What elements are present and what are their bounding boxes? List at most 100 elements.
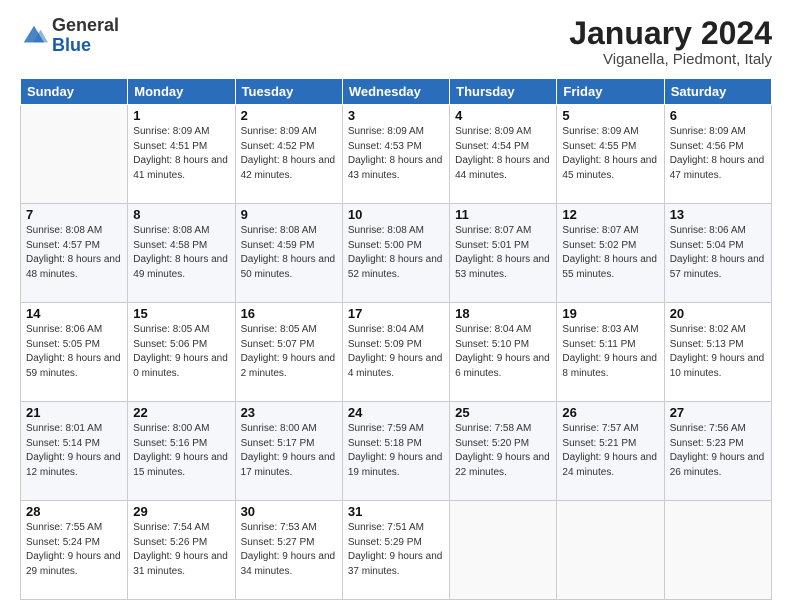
cell-detail: Sunrise: 7:58 AMSunset: 5:20 PMDaylight:…	[455, 422, 551, 480]
cell-detail: Sunrise: 8:06 AMSunset: 5:05 PMDaylight:…	[26, 323, 122, 381]
col-wednesday: Wednesday	[342, 79, 449, 105]
calendar-cell: 8Sunrise: 8:08 AMSunset: 4:58 PMDaylight…	[128, 204, 235, 303]
calendar-cell: 15 Sunrise: 8:05 AMSunset: 5:06 PMDayligh…	[128, 303, 235, 402]
day-number: 31	[348, 504, 444, 519]
calendar-week-4: 21 Sunrise: 8:01 AMSunset: 5:14 PMDayligh…	[21, 402, 772, 501]
cell-detail: Sunrise: 8:01 AMSunset: 5:14 PMDaylight:…	[26, 422, 122, 480]
day-number: 22	[133, 405, 229, 420]
col-tuesday: Tuesday	[235, 79, 342, 105]
cell-detail: Sunrise: 8:09 AMSunset: 4:51 PMDaylight:…	[133, 125, 229, 183]
calendar-cell: 23Sunrise: 8:00 AMSunset: 5:17 PMDayligh…	[235, 402, 342, 501]
cell-detail: Sunrise: 8:08 AMSunset: 4:57 PMDaylight:…	[26, 224, 122, 282]
calendar-cell	[557, 501, 664, 600]
calendar-cell: 24Sunrise: 7:59 AMSunset: 5:18 PMDayligh…	[342, 402, 449, 501]
day-number: 3	[348, 108, 444, 123]
day-number: 15	[133, 306, 229, 321]
location-subtitle: Viganella, Piedmont, Italy	[569, 51, 772, 68]
calendar-cell: 22 Sunrise: 8:00 AMSunset: 5:16 PMDayligh…	[128, 402, 235, 501]
day-number: 30	[241, 504, 337, 519]
calendar-table: Sunday Monday Tuesday Wednesday Thursday…	[20, 78, 772, 600]
cell-detail: Sunrise: 8:05 AMSunset: 5:07 PMDaylight:…	[241, 323, 337, 381]
cell-detail: Sunrise: 7:54 AMSunset: 5:26 PMDaylight:…	[133, 521, 229, 579]
day-number: 27	[670, 405, 766, 420]
day-number: 1	[133, 108, 229, 123]
calendar-cell: 30Sunrise: 7:53 AMSunset: 5:27 PMDayligh…	[235, 501, 342, 600]
calendar-cell: 26 Sunrise: 7:57 AMSunset: 5:21 PMDayligh…	[557, 402, 664, 501]
logo-blue: Blue	[52, 35, 91, 55]
cell-detail: Sunrise: 8:05 AMSunset: 5:06 PMDaylight:…	[133, 323, 229, 381]
calendar-cell: 17 Sunrise: 8:04 AMSunset: 5:09 PMDayligh…	[342, 303, 449, 402]
day-number: 17	[348, 306, 444, 321]
day-number: 13	[670, 207, 766, 222]
cell-detail: Sunrise: 8:08 AMSunset: 4:59 PMDaylight:…	[241, 224, 337, 282]
calendar-cell: 4 Sunrise: 8:09 AMSunset: 4:54 PMDaylight…	[450, 105, 557, 204]
cell-detail: Sunrise: 8:06 AMSunset: 5:04 PMDaylight:…	[670, 224, 766, 282]
cell-detail: Sunrise: 8:00 AMSunset: 5:17 PMDaylight:…	[241, 422, 337, 480]
calendar-cell: 14Sunrise: 8:06 AMSunset: 5:05 PMDayligh…	[21, 303, 128, 402]
day-number: 21	[26, 405, 122, 420]
calendar-cell: 1 Sunrise: 8:09 AMSunset: 4:51 PMDaylight…	[128, 105, 235, 204]
month-title: January 2024	[569, 16, 772, 51]
calendar-cell	[21, 105, 128, 204]
calendar-cell: 16Sunrise: 8:05 AMSunset: 5:07 PMDayligh…	[235, 303, 342, 402]
cell-detail: Sunrise: 7:51 AMSunset: 5:29 PMDaylight:…	[348, 521, 444, 579]
calendar-cell	[664, 501, 771, 600]
header: General Blue January 2024 Viganella, Pie…	[20, 16, 772, 68]
title-block: January 2024 Viganella, Piedmont, Italy	[569, 16, 772, 68]
cell-detail: Sunrise: 8:00 AMSunset: 5:16 PMDaylight:…	[133, 422, 229, 480]
cell-detail: Sunrise: 8:09 AMSunset: 4:56 PMDaylight:…	[670, 125, 766, 183]
calendar-cell: 6 Sunrise: 8:09 AMSunset: 4:56 PMDaylight…	[664, 105, 771, 204]
logo-icon	[20, 22, 48, 50]
day-number: 26	[562, 405, 658, 420]
logo: General Blue	[20, 16, 119, 56]
calendar-cell: 5 Sunrise: 8:09 AMSunset: 4:55 PMDaylight…	[557, 105, 664, 204]
cell-detail: Sunrise: 8:02 AMSunset: 5:13 PMDaylight:…	[670, 323, 766, 381]
calendar-cell: 2Sunrise: 8:09 AMSunset: 4:52 PMDaylight…	[235, 105, 342, 204]
day-number: 11	[455, 207, 551, 222]
day-number: 6	[670, 108, 766, 123]
cell-detail: Sunrise: 8:09 AMSunset: 4:54 PMDaylight:…	[455, 125, 551, 183]
calendar-cell: 9Sunrise: 8:08 AMSunset: 4:59 PMDaylight…	[235, 204, 342, 303]
cell-detail: Sunrise: 8:09 AMSunset: 4:55 PMDaylight:…	[562, 125, 658, 183]
calendar-cell	[450, 501, 557, 600]
calendar-body: 1 Sunrise: 8:09 AMSunset: 4:51 PMDaylight…	[21, 105, 772, 600]
day-number: 25	[455, 405, 551, 420]
day-number: 8	[133, 207, 229, 222]
logo-text: General Blue	[52, 16, 119, 56]
calendar-cell: 28 Sunrise: 7:55 AMSunset: 5:24 PMDayligh…	[21, 501, 128, 600]
calendar-cell: 13 Sunrise: 8:06 AMSunset: 5:04 PMDayligh…	[664, 204, 771, 303]
cell-detail: Sunrise: 8:09 AMSunset: 4:53 PMDaylight:…	[348, 125, 444, 183]
calendar-header: Sunday Monday Tuesday Wednesday Thursday…	[21, 79, 772, 105]
day-number: 5	[562, 108, 658, 123]
day-number: 19	[562, 306, 658, 321]
col-sunday: Sunday	[21, 79, 128, 105]
calendar-cell: 31 Sunrise: 7:51 AMSunset: 5:29 PMDayligh…	[342, 501, 449, 600]
day-number: 28	[26, 504, 122, 519]
calendar-week-5: 28 Sunrise: 7:55 AMSunset: 5:24 PMDayligh…	[21, 501, 772, 600]
calendar-cell: 12 Sunrise: 8:07 AMSunset: 5:02 PMDayligh…	[557, 204, 664, 303]
cell-detail: Sunrise: 8:07 AMSunset: 5:02 PMDaylight:…	[562, 224, 658, 282]
calendar-week-2: 7Sunrise: 8:08 AMSunset: 4:57 PMDaylight…	[21, 204, 772, 303]
calendar-week-3: 14Sunrise: 8:06 AMSunset: 5:05 PMDayligh…	[21, 303, 772, 402]
calendar-cell: 11 Sunrise: 8:07 AMSunset: 5:01 PMDayligh…	[450, 204, 557, 303]
day-number: 12	[562, 207, 658, 222]
page: General Blue January 2024 Viganella, Pie…	[0, 0, 792, 612]
day-number: 4	[455, 108, 551, 123]
cell-detail: Sunrise: 8:04 AMSunset: 5:09 PMDaylight:…	[348, 323, 444, 381]
cell-detail: Sunrise: 7:55 AMSunset: 5:24 PMDaylight:…	[26, 521, 122, 579]
col-monday: Monday	[128, 79, 235, 105]
cell-detail: Sunrise: 8:07 AMSunset: 5:01 PMDaylight:…	[455, 224, 551, 282]
cell-detail: Sunrise: 7:56 AMSunset: 5:23 PMDaylight:…	[670, 422, 766, 480]
calendar-cell: 27 Sunrise: 7:56 AMSunset: 5:23 PMDayligh…	[664, 402, 771, 501]
cell-detail: Sunrise: 7:57 AMSunset: 5:21 PMDaylight:…	[562, 422, 658, 480]
cell-detail: Sunrise: 8:09 AMSunset: 4:52 PMDaylight:…	[241, 125, 337, 183]
cell-detail: Sunrise: 7:59 AMSunset: 5:18 PMDaylight:…	[348, 422, 444, 480]
day-number: 18	[455, 306, 551, 321]
calendar-cell: 21 Sunrise: 8:01 AMSunset: 5:14 PMDayligh…	[21, 402, 128, 501]
cell-detail: Sunrise: 8:03 AMSunset: 5:11 PMDaylight:…	[562, 323, 658, 381]
logo-general: General	[52, 15, 119, 35]
calendar-cell: 29Sunrise: 7:54 AMSunset: 5:26 PMDayligh…	[128, 501, 235, 600]
calendar-cell: 18Sunrise: 8:04 AMSunset: 5:10 PMDayligh…	[450, 303, 557, 402]
calendar-cell: 3 Sunrise: 8:09 AMSunset: 4:53 PMDaylight…	[342, 105, 449, 204]
cell-detail: Sunrise: 8:08 AMSunset: 5:00 PMDaylight:…	[348, 224, 444, 282]
